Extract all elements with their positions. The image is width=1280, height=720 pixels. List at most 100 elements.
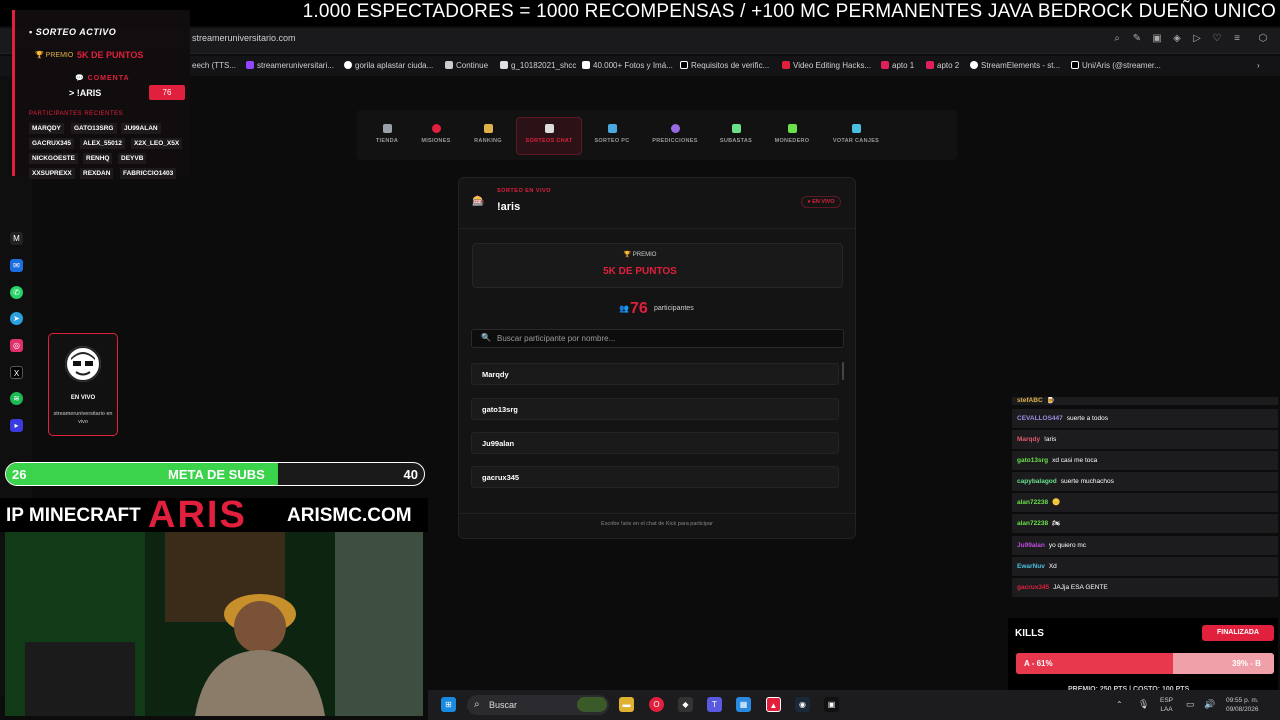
raffle-prize-label: 🏆 PREMIO — [35, 52, 74, 59]
participant-chip: MARQDY — [29, 123, 64, 134]
extension-icon[interactable]: ⬡ — [1257, 33, 1269, 45]
app-icon[interactable]: ▲ — [766, 697, 781, 712]
bookmark[interactable]: Video Editing Hacks... — [782, 61, 871, 70]
scrollbar[interactable] — [842, 362, 844, 380]
bookmark[interactable]: apto 1 — [881, 61, 914, 70]
chat-text: JAJja ESA GENTE — [1053, 584, 1108, 591]
folder-icon[interactable]: ▬ — [619, 697, 634, 712]
heart-icon[interactable]: ♡ — [1211, 33, 1223, 45]
chat-message: Ju99alan yo quiero mc — [1012, 536, 1278, 555]
bookmark[interactable]: gorila aplastar ciuda... — [344, 61, 433, 70]
x-icon[interactable]: X — [10, 366, 23, 379]
app-icon[interactable]: ▸ — [10, 419, 23, 432]
menu-icon[interactable]: ≡ — [1231, 33, 1243, 45]
url-bar[interactable]: streameruniversitario.com — [192, 33, 296, 43]
mic-icon[interactable]: 🎙 — [1138, 699, 1149, 710]
nav-subastas[interactable]: SUBASTAS — [706, 124, 766, 144]
nav-monedero[interactable]: MONEDERO — [762, 124, 822, 144]
nav-misiones[interactable]: MISIONES — [406, 124, 466, 144]
slot-icon — [544, 124, 554, 133]
search-icon[interactable]: ⌕ — [1111, 33, 1123, 45]
bookmark[interactable]: Uni/Aris (@streamer... — [1071, 61, 1161, 70]
chat-message: stefABC 🍺 — [1012, 397, 1278, 405]
raffle-command: > !ARIS — [69, 88, 102, 98]
bookmark[interactable]: apto 2 — [926, 61, 959, 70]
avatar — [65, 346, 101, 382]
chevron-right-icon[interactable]: › — [1257, 61, 1260, 70]
chat-text: 🍺 — [1046, 397, 1055, 404]
raffle-count: 76 — [149, 85, 185, 100]
chat-text: suerte a todos — [1066, 415, 1108, 422]
panel-title: !aris — [497, 201, 521, 213]
participant-chip: RENHQ — [83, 153, 113, 164]
panel-subtitle: SORTEO EN VIVO — [497, 188, 552, 194]
money-icon — [787, 124, 797, 133]
raffle-overlay: ▪ SORTEO ACTIVO 🏆 PREMIO 5K DE PUNTOS 💬 … — [12, 10, 190, 179]
participant-chip: GATO13SRG — [71, 123, 117, 134]
volume-icon[interactable]: 🔊 — [1204, 699, 1215, 710]
banner-text: 1.000 ESPECTADORES = 1000 RECOMPENSAS / … — [302, 1, 1276, 22]
raffle-prize-value: 5K DE PUNTOS — [77, 50, 144, 60]
brand-logo: ARIS — [148, 494, 247, 536]
widget-icon[interactable] — [577, 697, 607, 712]
gmail-icon[interactable]: M — [10, 232, 23, 245]
subs-target: 40 — [403, 467, 418, 482]
search-icon: 🔍 — [481, 333, 491, 342]
bookmark[interactable]: StreamElements - st... — [970, 61, 1060, 70]
nav-ranking[interactable]: RANKING — [458, 124, 518, 144]
bookmark[interactable]: Continue — [445, 61, 488, 70]
spotify-icon[interactable]: ≋ — [10, 392, 23, 405]
participant-chip: XXSUPREXX — [29, 168, 75, 179]
bookmark[interactable]: 40.000+ Fotos y Imá... — [582, 61, 673, 70]
bookmark[interactable]: eech (TTS... — [192, 61, 236, 70]
chat-message: gato13srg xd casi me toca — [1012, 451, 1278, 470]
participant-chip: FABRICCIO1403 — [120, 168, 177, 179]
camera-icon[interactable]: ▣ — [1151, 33, 1163, 45]
slot-machine-icon: 🎰 — [472, 196, 485, 207]
kills-title: KILLS — [1015, 628, 1044, 639]
bookmark[interactable]: Requisitos de verific... — [680, 61, 769, 70]
store-icon[interactable]: ▦ — [736, 697, 751, 712]
chat-text: 🏍 — [1052, 520, 1061, 527]
list-item: Marqdy — [471, 363, 839, 385]
clock[interactable]: 09:55 p. m. 09/08/2026 — [1226, 696, 1259, 714]
participant-chip: NICKGOESTE — [29, 153, 78, 164]
chat-username: stefABC — [1017, 397, 1043, 404]
chat-username: gato13srg — [1017, 457, 1049, 464]
chat-text: xd casi me toca — [1052, 457, 1098, 464]
bookmark[interactable]: streameruniversitari... — [246, 61, 334, 70]
chevron-up-icon[interactable]: ⌃ — [1116, 700, 1123, 709]
webcam-image — [5, 532, 423, 716]
chat-text: 🪙 — [1052, 499, 1061, 506]
play-icon[interactable]: ▷ — [1191, 33, 1203, 45]
avatar-face-icon — [65, 346, 101, 382]
raffle-comment-label: 💬 COMENTA — [75, 75, 130, 82]
instagram-icon[interactable]: ◎ — [10, 339, 23, 352]
shield-icon[interactable]: ◈ — [1171, 33, 1183, 45]
telegram-icon[interactable]: ➤ — [10, 312, 23, 325]
whatsapp-icon[interactable]: ✆ — [10, 286, 23, 299]
steam-icon[interactable]: ◉ — [795, 697, 810, 712]
language-indicator[interactable]: ESP LAA — [1160, 696, 1173, 714]
start-icon[interactable]: ⊞ — [441, 697, 456, 712]
teams-icon[interactable]: T — [707, 697, 722, 712]
nav-predicciones[interactable]: PREDICCIONES — [645, 124, 705, 144]
nav-votar-canjes[interactable]: VOTAR CANJES — [826, 124, 886, 144]
participant-count: 76 — [630, 300, 648, 317]
display-icon[interactable]: ▭ — [1186, 699, 1195, 710]
app-icon[interactable]: ◆ — [678, 697, 693, 712]
chat-username: CEVALLOS447 — [1017, 415, 1063, 422]
opera-icon[interactable]: O — [649, 697, 664, 712]
chat-message: CEVALLOS447 suerte a todos — [1012, 409, 1278, 428]
list-item: gacrux345 — [471, 466, 839, 488]
nav-sorteos-chat[interactable]: SORTEOS CHAT — [519, 124, 579, 144]
server-address: ARISMC.COM — [287, 505, 412, 526]
edit-icon[interactable]: ✎ — [1131, 33, 1143, 45]
people-icon: 👥 — [619, 304, 629, 313]
nav-sorteo-pc[interactable]: SORTEO PC — [582, 124, 642, 144]
chat-text: yo quiero mc — [1048, 542, 1087, 549]
streamer-card: EN VIVO streameruniversitario en vivo — [48, 333, 118, 436]
crystal-ball-icon — [670, 124, 680, 133]
bookmark[interactable]: g_10182021_shcc — [500, 61, 576, 70]
app-icon[interactable]: ▣ — [824, 697, 839, 712]
